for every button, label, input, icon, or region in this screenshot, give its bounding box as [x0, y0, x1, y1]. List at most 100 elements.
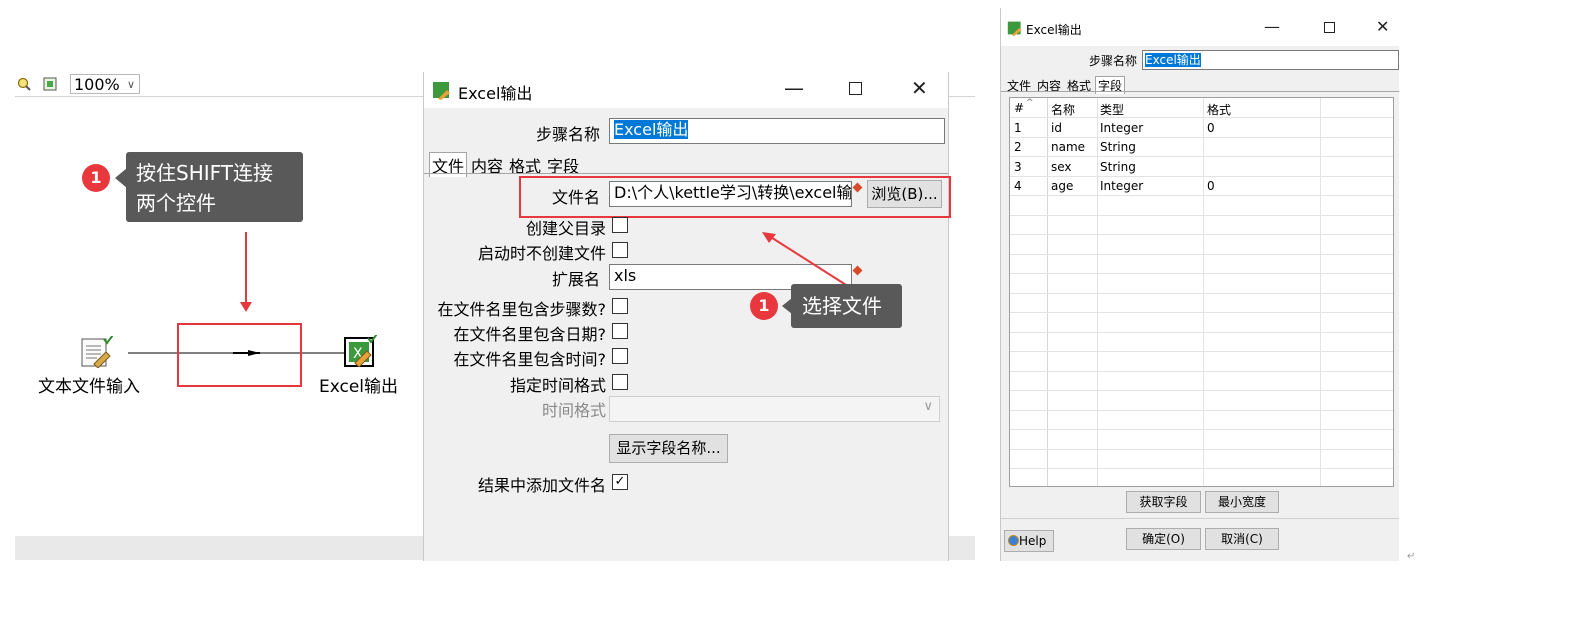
grid-line	[1010, 351, 1393, 352]
callout-pointer	[115, 168, 127, 188]
tab-divider	[1001, 91, 1399, 92]
include-date-checkbox[interactable]	[612, 323, 628, 339]
grid-line	[1010, 449, 1393, 450]
close-icon[interactable]: ✕	[911, 76, 928, 100]
column-header-type[interactable]: 类型	[1100, 101, 1124, 118]
help-label: Help	[1019, 534, 1047, 548]
time-format-label: 时间格式	[541, 401, 606, 420]
grid-line	[1010, 429, 1393, 430]
callout-line2: 两个控件	[136, 191, 216, 215]
callout-shift-connect: 按住SHIFT连接 两个控件	[126, 152, 303, 222]
ok-button[interactable]: 确定(O)	[1126, 528, 1201, 550]
hop-highlight-box	[177, 323, 302, 387]
dialog-title: Excel输出	[1026, 23, 1082, 37]
callout-line1: 按住SHIFT连接	[136, 161, 274, 185]
grid-line	[1010, 215, 1393, 216]
callout-select-file: 选择文件	[791, 284, 902, 328]
maximize-icon[interactable]	[1324, 22, 1335, 33]
step-name-label: 步骤名称	[535, 125, 600, 144]
close-icon[interactable]: ✕	[1376, 17, 1389, 36]
grid-line	[1010, 390, 1393, 391]
text-file-input-step-icon[interactable]	[79, 336, 113, 368]
grid-line	[1010, 371, 1393, 372]
row-type[interactable]: String	[1100, 140, 1136, 154]
grid-line	[1010, 156, 1393, 157]
row-format[interactable]: 0	[1207, 179, 1215, 193]
grid-line	[1010, 332, 1393, 333]
dialog-title: Excel输出	[458, 84, 533, 103]
dialog-titlebar: Excel输出 — ✕	[424, 72, 948, 108]
get-fields-button[interactable]: 获取字段	[1126, 491, 1201, 513]
grid-line	[1010, 293, 1393, 294]
hop-connector[interactable]	[15, 72, 435, 472]
excel-output-dialog: Excel输出 — ✕ 步骤名称 Excel输出 文件 内容 格式 字段 文件名 D:…	[423, 72, 951, 561]
help-icon	[1008, 535, 1019, 546]
create-parent-folder-label: 创建父目录	[525, 219, 606, 238]
no-create-on-start-checkbox[interactable]	[612, 242, 628, 258]
row-name[interactable]: id	[1051, 121, 1062, 135]
step-badge: 1	[82, 164, 110, 192]
grid-line	[1010, 195, 1393, 196]
row-name[interactable]: age	[1051, 179, 1073, 193]
cancel-button[interactable]: 取消(C)	[1205, 528, 1279, 550]
excel-output-app-icon	[433, 82, 450, 100]
row-name[interactable]: name	[1051, 140, 1085, 154]
grid-line	[1010, 468, 1393, 469]
no-create-on-start-label: 启动时不创建文件	[477, 244, 606, 263]
excel-output-step-icon[interactable]: X	[343, 335, 377, 367]
specify-time-format-label: 指定时间格式	[509, 376, 606, 395]
row-index[interactable]: 2	[1014, 140, 1022, 154]
add-filename-to-result-checkbox[interactable]: ✓	[612, 474, 628, 490]
minimize-icon[interactable]: —	[784, 76, 804, 100]
include-time-label: 在文件名里包含时间?	[453, 350, 607, 369]
maximize-icon[interactable]	[849, 82, 862, 95]
row-index[interactable]: 1	[1014, 121, 1022, 135]
step-name-input[interactable]: Excel输出	[1142, 50, 1399, 70]
grid-line	[1010, 312, 1393, 313]
row-type[interactable]: Integer	[1100, 121, 1143, 135]
step-name-label: 步骤名称	[1088, 54, 1137, 68]
column-header-index[interactable]: #	[1014, 101, 1024, 115]
include-date-label: 在文件名里包含日期?	[453, 325, 607, 344]
min-width-button[interactable]: 最小宽度	[1205, 491, 1279, 513]
excel-output-app-icon	[1007, 21, 1022, 36]
row-index[interactable]: 3	[1014, 160, 1022, 174]
extension-label: 扩展名	[551, 270, 600, 289]
add-filename-to-result-label: 结果中添加文件名	[477, 476, 606, 495]
filename-highlight-box	[519, 176, 951, 218]
sort-up-icon: ^	[1026, 98, 1034, 108]
divider	[1001, 518, 1399, 519]
show-field-names-button[interactable]: 显示字段名称...	[609, 434, 728, 463]
include-time-checkbox[interactable]	[612, 348, 628, 364]
create-parent-folder-checkbox[interactable]	[612, 217, 628, 233]
file-callout-badge: 1	[750, 292, 778, 320]
include-stepnr-checkbox[interactable]	[612, 298, 628, 314]
fields-table[interactable]: # ^ 名称 类型 格式 1 id Integer 0 2 name Strin…	[1009, 97, 1394, 487]
tab-divider	[424, 173, 948, 174]
row-type[interactable]: String	[1100, 160, 1136, 174]
help-button[interactable]: Help	[1004, 530, 1054, 552]
dialog-titlebar: Excel输出 — ✕	[1001, 8, 1399, 46]
output-step-label: Excel输出	[319, 377, 399, 397]
grid-line	[1010, 273, 1393, 274]
chevron-down-icon: ∨	[923, 399, 933, 414]
time-format-select[interactable]: ∨	[609, 396, 940, 422]
row-index[interactable]: 4	[1014, 179, 1022, 193]
row-name[interactable]: sex	[1051, 160, 1072, 174]
column-header-name[interactable]: 名称	[1051, 101, 1075, 118]
grid-line	[1010, 410, 1393, 411]
row-type[interactable]: Integer	[1100, 179, 1143, 193]
grid-line	[1010, 176, 1393, 177]
grid-line	[1010, 234, 1393, 235]
return-mark-icon: ↵	[1407, 551, 1416, 562]
grid-line	[1010, 117, 1393, 118]
grid-line	[1010, 137, 1393, 138]
row-format[interactable]: 0	[1207, 121, 1215, 135]
grid-line	[1010, 254, 1393, 255]
include-stepnr-label: 在文件名里包含步骤数?	[437, 300, 607, 319]
step-name-input[interactable]: Excel输出	[609, 118, 945, 144]
column-header-format[interactable]: 格式	[1207, 101, 1231, 118]
minimize-icon[interactable]: —	[1264, 17, 1280, 36]
excel-output-dialog-fields: Excel输出 — ✕ 步骤名称 Excel输出 文件 内容 格式 字段 # ^ 名称…	[1000, 8, 1399, 561]
specify-time-format-checkbox[interactable]	[612, 374, 628, 390]
